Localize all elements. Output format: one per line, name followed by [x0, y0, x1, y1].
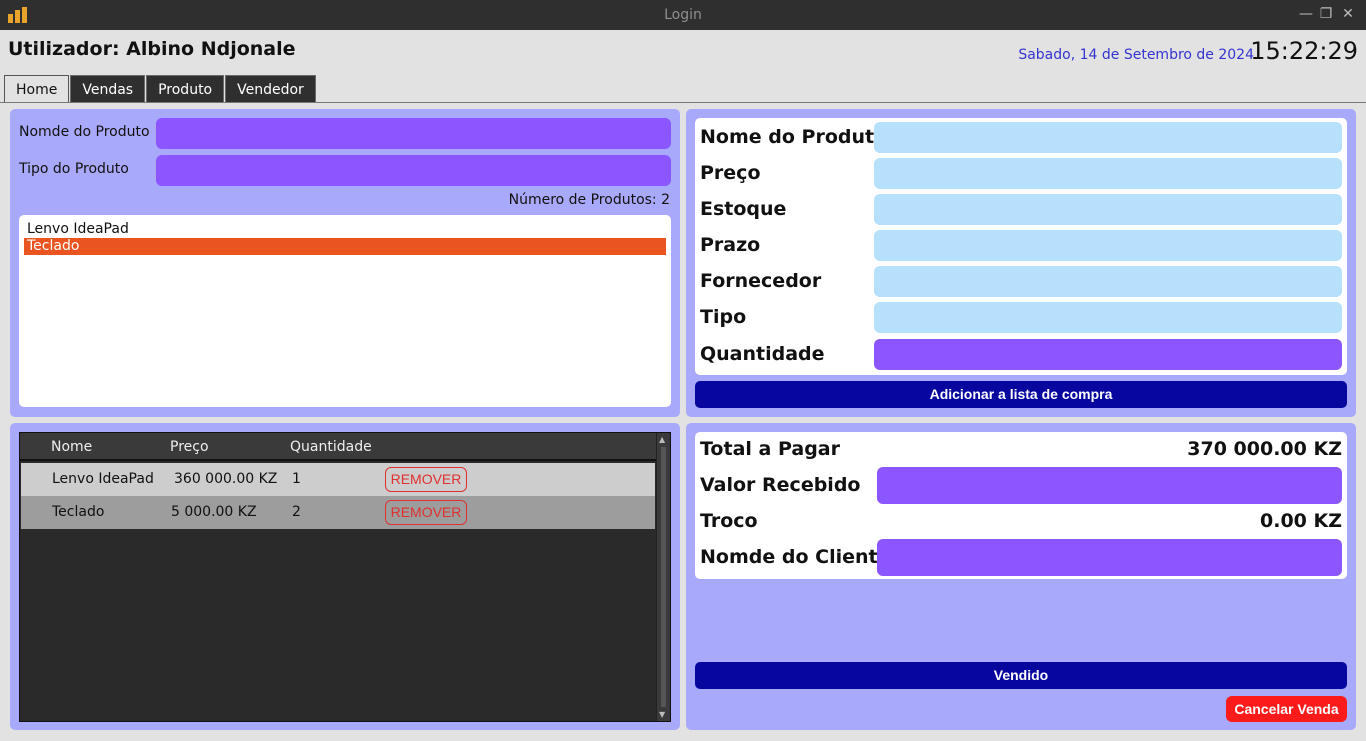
user-label: Utilizador: Albino Ndjonale	[8, 38, 296, 60]
column-header-name[interactable]: Nome	[51, 439, 92, 455]
detail-price-label: Preço	[700, 162, 761, 184]
table-header: Nome Preço Quantidade	[20, 433, 656, 461]
detail-stock-field[interactable]	[874, 194, 1342, 225]
list-item[interactable]: Teclado	[24, 238, 666, 255]
minimize-icon[interactable]: —	[1298, 6, 1314, 22]
restore-icon[interactable]: ❐	[1318, 6, 1334, 22]
tab-bar: Home Vendas Produto Vendedor	[4, 75, 317, 103]
column-header-price[interactable]: Preço	[170, 439, 209, 455]
detail-quantity-label: Quantidade	[700, 343, 825, 365]
tab-divider	[0, 102, 1366, 103]
received-label: Valor Recebido	[700, 474, 861, 496]
client-name-input[interactable]	[877, 539, 1342, 576]
product-type-label: Tipo do Produto	[19, 161, 129, 177]
cart-table: Nome Preço Quantidade Lenvo IdeaPad 360 …	[19, 432, 671, 722]
product-detail-panel: Nome do Produto Preço Estoque Prazo Forn…	[686, 109, 1356, 417]
cell-price: 5 000.00 KZ	[171, 504, 257, 520]
change-label: Troco	[700, 510, 758, 532]
clock: 15:22:29	[1250, 37, 1358, 65]
tab-vendedor[interactable]: Vendedor	[225, 75, 316, 103]
remove-button[interactable]: REMOVER	[385, 500, 467, 525]
product-filter-panel: Nomde do Produto Tipo do Produto Número …	[10, 109, 680, 417]
product-name-input[interactable]	[156, 118, 671, 149]
total-label: Total a Pagar	[700, 438, 840, 460]
detail-price-field[interactable]	[874, 158, 1342, 189]
product-detail-form: Nome do Produto Preço Estoque Prazo Forn…	[695, 118, 1347, 375]
detail-type-field[interactable]	[874, 302, 1342, 333]
table-row[interactable]: Teclado 5 000.00 KZ 2 REMOVER	[21, 496, 655, 529]
sold-button[interactable]: Vendido	[695, 662, 1347, 689]
detail-type-label: Tipo	[700, 306, 747, 328]
detail-supplier-field[interactable]	[874, 266, 1342, 297]
detail-name-label: Nome do Produto	[700, 126, 888, 148]
vertical-scrollbar[interactable]: ▲ ▼	[656, 433, 670, 721]
window-title: Login	[664, 7, 702, 23]
product-list[interactable]: Lenvo IdeaPad Teclado	[19, 215, 671, 407]
cancel-sale-button[interactable]: Cancelar Venda	[1226, 696, 1347, 722]
received-amount-input[interactable]	[877, 467, 1342, 504]
change-value: 0.00 KZ	[1260, 510, 1342, 532]
client-name-label: Nomde do Cliente	[700, 546, 891, 568]
cell-quantity: 1	[292, 471, 301, 487]
scroll-up-icon[interactable]: ▲	[659, 435, 665, 444]
product-type-input[interactable]	[156, 155, 671, 186]
detail-supplier-label: Fornecedor	[700, 270, 822, 292]
payment-panel: Total a Pagar 370 000.00 KZ Valor Recebi…	[686, 423, 1356, 730]
column-header-quantity[interactable]: Quantidade	[290, 439, 372, 455]
product-count-label: Número de Produtos: 2	[508, 192, 670, 208]
detail-deadline-label: Prazo	[700, 234, 761, 256]
detail-stock-label: Estoque	[700, 198, 787, 220]
list-item[interactable]: Lenvo IdeaPad	[24, 221, 666, 238]
scroll-down-icon[interactable]: ▼	[659, 710, 665, 719]
close-icon[interactable]: ✕	[1340, 6, 1356, 22]
product-name-label: Nomde do Produto	[19, 124, 150, 140]
tab-produto[interactable]: Produto	[146, 75, 225, 103]
detail-deadline-field[interactable]	[874, 230, 1342, 261]
tab-home[interactable]: Home	[4, 75, 70, 103]
table-row[interactable]: Lenvo IdeaPad 360 000.00 KZ 1 REMOVER	[21, 463, 655, 496]
quantity-input[interactable]	[874, 339, 1342, 370]
cell-name: Teclado	[52, 504, 105, 520]
tab-vendas[interactable]: Vendas	[70, 75, 146, 103]
add-to-cart-button[interactable]: Adicionar a lista de compra	[695, 381, 1347, 408]
date-label: Sabado, 14 de Setembro de 2024	[1018, 47, 1254, 63]
cart-panel: Nome Preço Quantidade Lenvo IdeaPad 360 …	[10, 423, 680, 730]
total-value: 370 000.00 KZ	[1187, 438, 1342, 460]
remove-button[interactable]: REMOVER	[385, 467, 467, 492]
window-titlebar: Login — ❐ ✕	[0, 0, 1366, 30]
cell-price: 360 000.00 KZ	[174, 471, 278, 487]
detail-name-field[interactable]	[874, 122, 1342, 153]
cell-name: Lenvo IdeaPad	[52, 471, 154, 487]
scrollbar-track[interactable]	[661, 447, 666, 707]
cell-quantity: 2	[292, 504, 301, 520]
payment-form: Total a Pagar 370 000.00 KZ Valor Recebi…	[695, 432, 1347, 579]
